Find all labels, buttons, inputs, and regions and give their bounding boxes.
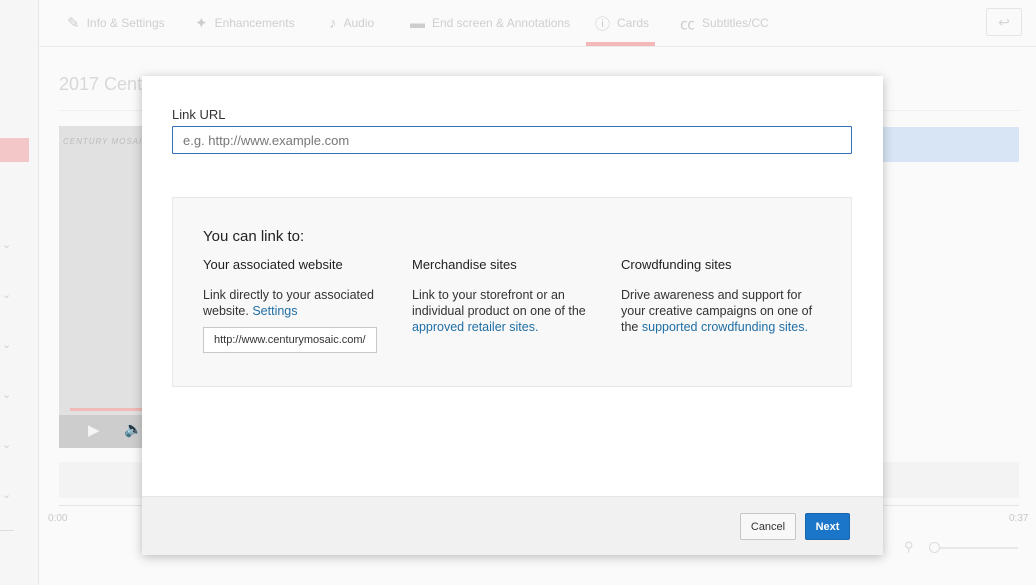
tab-cards[interactable]: ⓘ Cards	[595, 0, 649, 46]
option-description: Drive awareness and support for your cre…	[621, 288, 813, 334]
option-title: Merchandise sites	[412, 257, 517, 272]
undo-arrow-icon: ↩	[998, 13, 1010, 30]
zoom-icon: ⚲	[904, 539, 914, 554]
tab-label: Subtitles/CC	[702, 16, 769, 30]
dialog-footer: Cancel Next	[142, 496, 883, 555]
chevron-down-icon[interactable]: ⌄	[2, 488, 11, 501]
music-note-icon: ♪	[329, 14, 337, 32]
chevron-down-icon[interactable]: ⌄	[2, 288, 11, 301]
settings-link[interactable]: Settings	[252, 304, 297, 318]
tab-label: End screen & Annotations	[432, 16, 571, 30]
tab-label: Audio	[343, 16, 375, 30]
zoom-slider-handle[interactable]	[929, 542, 940, 553]
tab-subtitles-cc[interactable]: ㏄ Subtitles/CC	[680, 0, 769, 46]
zoom-slider[interactable]	[934, 547, 1018, 549]
link-url-label: Link URL	[172, 107, 226, 122]
link-card-dialog: Link URL You can link to: Your associate…	[142, 76, 883, 555]
tab-label: Info & Settings	[86, 16, 165, 30]
tab-enhancements[interactable]: ✦ Enhancements	[195, 0, 295, 46]
magic-wand-icon: ✦	[195, 15, 208, 32]
chevron-down-icon[interactable]: ⌄	[2, 438, 11, 451]
option-description: Link to your storefront or an individual…	[412, 288, 586, 334]
pencil-icon: ✎	[67, 15, 80, 32]
sidebar-active-marker	[0, 138, 29, 162]
next-button[interactable]: Next	[805, 513, 850, 540]
chevron-down-icon[interactable]: ⌄	[2, 388, 11, 401]
volume-icon[interactable]: 🔈	[124, 420, 143, 438]
video-player[interactable]	[59, 126, 149, 448]
card-track-highlight	[880, 127, 1019, 162]
left-sidebar: ⌄ ⌄ ⌄ ⌄ ⌄ ⌄	[0, 0, 39, 585]
link-options-panel: You can link to: Your associated website…	[172, 197, 852, 387]
editor-tab-bar: ✎ Info & Settings ✦ Enhancements ♪ Audio…	[39, 0, 1036, 47]
option-title: Crowdfunding sites	[621, 257, 732, 272]
tab-end-screen-annotations[interactable]: ▬ End screen & Annotations	[410, 0, 570, 46]
timeline-end-time: 0:37	[1009, 513, 1029, 524]
option-description: Link directly to your associated website…	[203, 288, 374, 318]
associated-site-url: http://www.centurymosaic.com/	[203, 327, 377, 353]
associated-website-option: Your associated website Link directly to…	[203, 257, 398, 353]
approved-retailer-sites-link[interactable]: approved retailer sites.	[412, 320, 538, 334]
cancel-button[interactable]: Cancel	[740, 513, 796, 540]
video-logo: CENTURY MOSAIC	[63, 137, 150, 146]
divider	[0, 530, 14, 531]
link-url-input[interactable]	[172, 126, 852, 154]
link-options-heading: You can link to:	[203, 228, 305, 245]
timeline-start-time: 0:00	[48, 513, 68, 524]
chevron-down-icon[interactable]: ⌄	[2, 238, 11, 251]
option-title: Your associated website	[203, 257, 343, 272]
info-circle-icon: ⓘ	[595, 15, 611, 33]
merchandise-sites-option: Merchandise sites Link to your storefron…	[412, 257, 607, 335]
end-screen-icon: ▬	[410, 14, 425, 32]
chevron-down-icon[interactable]: ⌄	[2, 338, 11, 351]
back-button[interactable]: ↩	[986, 8, 1022, 36]
tab-audio[interactable]: ♪ Audio	[329, 0, 374, 46]
tab-label: Enhancements	[214, 16, 295, 30]
play-icon[interactable]: ▶	[88, 421, 100, 439]
tab-label: Cards	[617, 16, 650, 30]
video-title: 2017 Cent	[59, 74, 143, 94]
supported-crowdfunding-sites-link[interactable]: supported crowdfunding sites.	[642, 320, 808, 334]
video-progress-bar[interactable]	[70, 408, 145, 411]
tab-info-settings[interactable]: ✎ Info & Settings	[67, 0, 165, 46]
crowdfunding-sites-option: Crowdfunding sites Drive awareness and s…	[621, 257, 816, 335]
active-tab-indicator	[586, 42, 655, 46]
cc-icon: ㏄	[680, 15, 696, 33]
